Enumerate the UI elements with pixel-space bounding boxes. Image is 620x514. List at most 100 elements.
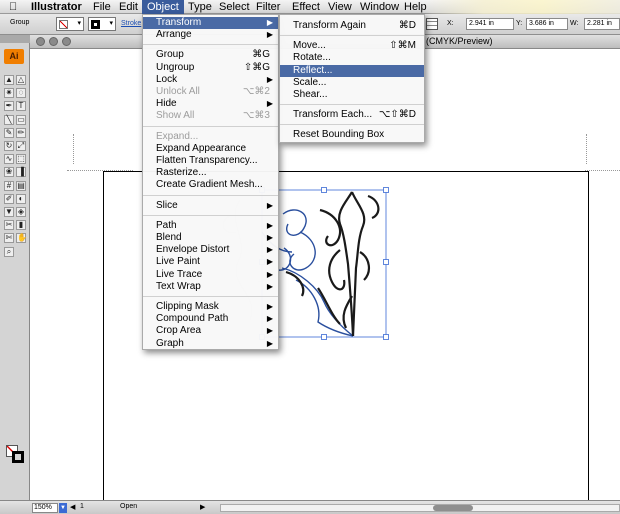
- live-paint-bucket-tool-icon[interactable]: ▼: [4, 207, 14, 217]
- close-window-icon[interactable]: [36, 37, 45, 46]
- menu-item-label: Transform Again: [293, 20, 366, 31]
- gradient-tool-icon[interactable]: ▤: [16, 180, 26, 191]
- transform-menu-item-move[interactable]: Move... ⇧⌘M: [280, 40, 424, 52]
- menu-select[interactable]: Select: [219, 0, 250, 14]
- selection-tool-icon[interactable]: ▲: [4, 75, 14, 85]
- zoom-dropdown-icon[interactable]: ▼: [59, 503, 67, 513]
- object-menu-item-flatten-transparency[interactable]: Flatten Transparency...: [143, 155, 278, 167]
- blend-tool-icon[interactable]: ◐: [16, 193, 26, 204]
- menu-item-label: Text Wrap: [156, 280, 201, 292]
- object-menu-item-hide[interactable]: Hide ▶: [143, 98, 278, 110]
- scale-tool-icon[interactable]: ⤢: [16, 141, 26, 151]
- stroke-swatch[interactable]: ▾: [88, 17, 116, 31]
- object-menu-item-path[interactable]: Path ▶: [143, 220, 278, 232]
- menu-separator: [143, 125, 278, 127]
- object-menu-item-rasterize[interactable]: Rasterize...: [143, 167, 278, 179]
- object-menu-item-create-gradient-mesh[interactable]: Create Gradient Mesh...: [143, 179, 278, 191]
- slice-tool-icon[interactable]: ✂: [4, 220, 14, 231]
- object-menu-item-text-wrap[interactable]: Text Wrap ▶: [143, 281, 278, 293]
- tools-panel-header[interactable]: [0, 35, 30, 43]
- stroke-label[interactable]: Stroke: [121, 20, 141, 27]
- chevron-down-icon: ▾: [77, 20, 81, 27]
- menu-separator: [143, 44, 278, 46]
- object-menu-item-group[interactable]: Group ⌘G: [143, 49, 278, 61]
- menu-item-label: Ungroup: [156, 61, 195, 73]
- menu-filter[interactable]: Filter: [256, 0, 280, 14]
- direct-selection-tool-icon[interactable]: △: [16, 75, 26, 85]
- transform-menu-item-transform-again[interactable]: Transform Again ⌘D: [280, 20, 424, 32]
- page-prev-button[interactable]: ◀: [70, 503, 75, 511]
- object-menu-item-ungroup[interactable]: Ungroup ⇧⌘G: [143, 62, 278, 74]
- menu-file[interactable]: File: [93, 0, 111, 14]
- lasso-tool-icon[interactable]: ◌: [16, 88, 26, 99]
- zoom-field[interactable]: 150%: [32, 503, 58, 513]
- submenu-arrow-icon: ▶: [266, 245, 273, 255]
- object-menu-item-slice[interactable]: Slice ▶: [143, 200, 278, 212]
- menu-view[interactable]: View: [328, 0, 352, 14]
- magic-wand-tool-icon[interactable]: ✷: [4, 88, 14, 99]
- object-menu-item-envelope-distort[interactable]: Envelope Distort ▶: [143, 244, 278, 256]
- y-field[interactable]: 3.686 in: [526, 18, 568, 30]
- stroke-color-icon[interactable]: [12, 451, 24, 463]
- menu-item-label: Clipping Mask: [156, 301, 219, 312]
- live-paint-selection-tool-icon[interactable]: ◈: [16, 207, 26, 217]
- mesh-tool-icon[interactable]: #: [4, 180, 14, 191]
- transform-menu-item-scale[interactable]: Scale...: [280, 77, 424, 89]
- paintbrush-tool-icon[interactable]: ✎: [4, 127, 14, 138]
- eraser-tool-icon[interactable]: ▮: [16, 220, 26, 231]
- eyedropper-tool-icon[interactable]: ✐: [4, 193, 14, 204]
- transform-menu-item-transform-each[interactable]: Transform Each... ⌥⇧⌘D: [280, 109, 424, 121]
- transform-menu-item-shear[interactable]: Shear...: [280, 89, 424, 101]
- symbol-sprayer-tool-icon[interactable]: ❀: [4, 167, 14, 178]
- object-menu-item-live-trace[interactable]: Live Trace ▶: [143, 269, 278, 281]
- status-menu-icon[interactable]: ▶: [200, 503, 205, 511]
- menu-effect[interactable]: Effect: [292, 0, 320, 14]
- object-menu-item-crop-area[interactable]: Crop Area ▶: [143, 325, 278, 337]
- menu-window[interactable]: Window: [360, 0, 399, 14]
- object-menu-item-blend[interactable]: Blend ▶: [143, 232, 278, 244]
- horizontal-scrollbar[interactable]: [220, 504, 620, 512]
- zoom-tool-icon[interactable]: ⌕: [4, 246, 14, 257]
- transform-menu-item-rotate[interactable]: Rotate...: [280, 52, 424, 64]
- minimize-window-icon[interactable]: [49, 37, 58, 46]
- menu-type[interactable]: Type: [188, 0, 212, 14]
- object-menu: Transform ▶ Arrange ▶ Group ⌘G Ungroup ⇧⌘G Lock ▶…: [142, 14, 279, 350]
- menu-help[interactable]: Help: [404, 0, 427, 14]
- scrollbar-thumb[interactable]: [433, 505, 473, 511]
- pen-tool-icon[interactable]: ✒: [4, 101, 14, 112]
- menu-item-label: Live Paint: [156, 256, 200, 268]
- object-menu-item-clipping-mask[interactable]: Clipping Mask ▶: [143, 301, 278, 313]
- line-tool-icon[interactable]: ╲: [4, 114, 14, 125]
- scissors-tool-icon[interactable]: ✄: [4, 233, 14, 244]
- x-field[interactable]: 2.941 in: [466, 18, 514, 30]
- warp-tool-icon[interactable]: ∿: [4, 154, 14, 165]
- object-menu-item-arrange[interactable]: Arrange ▶: [143, 29, 278, 41]
- w-field[interactable]: 2.281 in: [584, 18, 620, 30]
- object-menu-item-compound-path[interactable]: Compound Path ▶: [143, 313, 278, 325]
- reference-point-icon[interactable]: [426, 18, 438, 30]
- menu-object[interactable]: Object: [142, 0, 184, 14]
- rotate-tool-icon[interactable]: ↻: [4, 141, 14, 151]
- object-menu-item-graph[interactable]: Graph ▶: [143, 338, 278, 350]
- free-transform-tool-icon[interactable]: ⬚: [16, 154, 26, 165]
- menu-item-label: Create Gradient Mesh...: [156, 179, 263, 191]
- object-menu-item-transform[interactable]: Transform ▶: [143, 17, 278, 29]
- object-menu-item-lock[interactable]: Lock ▶: [143, 74, 278, 86]
- object-menu-item-expand-appearance[interactable]: Expand Appearance: [143, 143, 278, 155]
- fill-swatch[interactable]: ▾: [56, 17, 84, 31]
- pencil-tool-icon[interactable]: ✏: [16, 127, 26, 138]
- rectangle-tool-icon[interactable]: ▭: [16, 114, 26, 125]
- zoom-window-icon[interactable]: [62, 37, 71, 46]
- hand-tool-icon[interactable]: ✋: [16, 233, 27, 244]
- object-menu-item-live-paint[interactable]: Live Paint ▶: [143, 256, 278, 268]
- fill-stroke-proxy[interactable]: [6, 445, 26, 465]
- column-graph-tool-icon[interactable]: ▐: [16, 167, 26, 178]
- menu-edit[interactable]: Edit: [119, 0, 138, 14]
- type-tool-icon[interactable]: T: [16, 101, 26, 112]
- transform-menu-item-reflect[interactable]: Reflect...: [280, 64, 424, 77]
- transform-menu-item-reset-bounding-box[interactable]: Reset Bounding Box: [280, 129, 424, 141]
- apple-menu-icon[interactable]: : [9, 0, 17, 14]
- page-number[interactable]: 1: [80, 503, 84, 510]
- app-menu[interactable]: Illustrator: [31, 0, 82, 14]
- menu-bar:  Illustrator File Edit Object Type Sele…: [0, 0, 620, 14]
